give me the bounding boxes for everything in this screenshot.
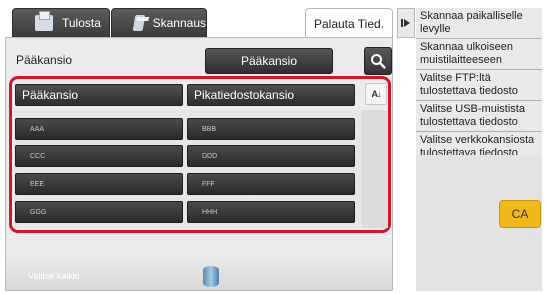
side-menu-item-scan-local[interactable]: Skannaa paikalliselle levylle bbox=[416, 8, 542, 39]
tab-scan[interactable]: Skannaus bbox=[111, 8, 207, 38]
side-menu-item-usb[interactable]: Valitse USB-muistista tulostettava tiedo… bbox=[416, 101, 542, 132]
select-all-button[interactable]: Valitse kaikki bbox=[28, 271, 79, 281]
tab-retrieve[interactable]: Palauta Tied. bbox=[305, 8, 393, 38]
scanner-icon bbox=[132, 15, 146, 31]
list-item[interactable]: BBB bbox=[187, 118, 355, 140]
folder-select-button[interactable]: Pääkansio bbox=[205, 48, 333, 74]
folder-label: Pääkansio bbox=[16, 53, 73, 67]
list-item[interactable]: EEE bbox=[15, 173, 183, 195]
side-menu-item-scan-external[interactable]: Skannaa ulkoiseen muistilaitteeseen bbox=[416, 39, 542, 70]
sort-button[interactable]: A↓ bbox=[365, 83, 387, 105]
scrollbar[interactable] bbox=[362, 110, 388, 228]
side-menu-item-ftp[interactable]: Valitse FTP:ltä tulostettava tiedosto bbox=[416, 70, 542, 101]
main-folder-header-button[interactable]: Pääkansio bbox=[15, 84, 183, 106]
list-item[interactable]: DDD bbox=[187, 145, 355, 167]
list-item[interactable]: CCC bbox=[15, 145, 183, 167]
quick-file-folder-button[interactable]: Pikatiedostokansio bbox=[187, 84, 355, 106]
list-item[interactable]: FFF bbox=[187, 173, 355, 195]
sort-icon: A↓ bbox=[371, 89, 382, 99]
printer-icon bbox=[35, 11, 53, 31]
storage-drive-icon bbox=[203, 266, 219, 287]
side-menu-toggle[interactable] bbox=[397, 8, 415, 38]
search-icon bbox=[371, 54, 386, 69]
tab-print[interactable]: Tulosta bbox=[12, 8, 110, 38]
tab-scan-label: Skannaus bbox=[152, 16, 206, 30]
list-item[interactable]: AAA bbox=[15, 118, 183, 140]
list-item[interactable]: HHH bbox=[187, 201, 355, 223]
clear-all-button[interactable]: CA bbox=[499, 200, 541, 228]
tab-retrieve-label: Palauta Tied. bbox=[313, 16, 385, 31]
play-arrow-icon bbox=[401, 19, 410, 27]
list-item[interactable]: GGG bbox=[15, 201, 183, 223]
side-menu: Skannaa paikalliselle levylle Skannaa ul… bbox=[416, 8, 542, 163]
tab-print-label: Tulosta bbox=[62, 16, 101, 30]
search-button[interactable] bbox=[364, 47, 392, 75]
